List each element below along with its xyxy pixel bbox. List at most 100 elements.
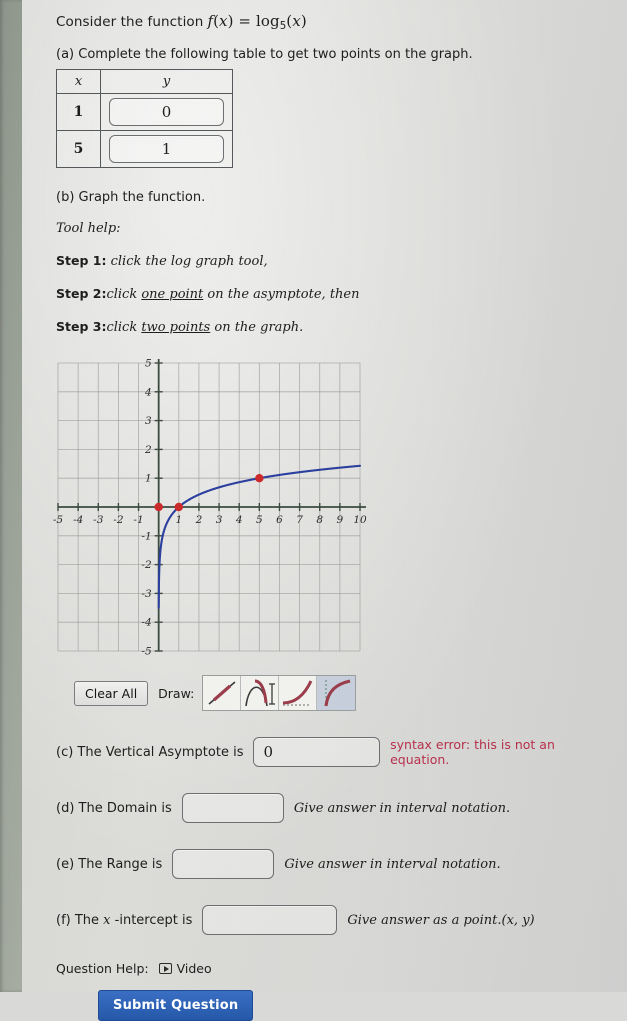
parabola-tool-button[interactable] <box>241 676 280 711</box>
graph-toolbar: Clear All Draw: <box>74 675 611 712</box>
part-d-hint: Give answer in interval notation. <box>293 800 511 816</box>
part-e-label: (e) The Range is <box>56 856 163 872</box>
table-row: 1 0 <box>56 93 233 132</box>
table-header-row: x y <box>56 69 233 95</box>
part-f-point-notation: (x, y) <box>501 912 535 928</box>
x-tick-label: 2 <box>195 514 203 526</box>
question-content: Consider the function f(x) = log5(x) (a) … <box>22 0 627 1021</box>
x-tick-label: 9 <box>337 514 344 526</box>
part-c-error-message: syntax error: this is not an equation. <box>390 737 555 768</box>
log-tool-icon <box>324 679 351 707</box>
step-3-name: Step 3: <box>56 319 107 335</box>
exponential-tool-icon <box>283 680 313 706</box>
x-tick-label: -2 <box>113 514 124 526</box>
plotted-point[interactable] <box>154 502 163 512</box>
part-e-hint: Give answer in interval notation. <box>284 856 501 872</box>
part-d-row: (d) The Domain is Give answer in interva… <box>56 793 611 824</box>
y-tick-label: 3 <box>145 415 152 427</box>
line-tool-button[interactable] <box>203 676 242 711</box>
function-equation: f(x) = log5(x) <box>207 12 307 33</box>
parabola-tool-icon <box>245 679 276 707</box>
y-tick-label: 5 <box>145 358 152 370</box>
step-2-name: Step 2: <box>56 286 107 302</box>
draw-tool-group <box>202 675 357 712</box>
page-left-margin <box>0 0 22 992</box>
question-help-label: Question Help: <box>56 961 149 977</box>
part-f-row: (f) The x -intercept is Give answer as a… <box>56 905 611 936</box>
x-tick-label: 7 <box>296 514 303 526</box>
part-c-label: (c) The Vertical Asymptote is <box>56 744 244 760</box>
draw-label: Draw: <box>158 685 195 701</box>
y-tick-label: 2 <box>144 444 152 456</box>
x-tick-label: -4 <box>73 514 83 526</box>
part-f-hint: Give answer as a point.(x, y) <box>347 912 535 928</box>
question-prompt-text: Consider the function <box>56 14 204 30</box>
step-2-post: on the asymptote, then <box>203 287 360 303</box>
y-tick-label: 1 <box>145 473 152 485</box>
x-tick-label: 3 <box>216 514 223 526</box>
part-c-row: (c) The Vertical Asymptote is 0 syntax e… <box>56 737 611 768</box>
question-prompt: Consider the function f(x) = log5(x) <box>56 12 611 32</box>
x-tick-label: 5 <box>256 514 263 526</box>
x-tick-label: -3 <box>93 514 104 526</box>
y-tick-label: -3 <box>141 588 152 600</box>
line-tool-icon <box>208 681 236 705</box>
clear-all-button[interactable]: Clear All <box>74 680 149 706</box>
tool-step-1: Step 1: click the log graph tool, <box>56 253 611 269</box>
tool-step-2: Step 2:click one point on the asymptote,… <box>56 286 611 302</box>
x-tick-label: 10 <box>353 514 367 526</box>
tool-step-3: Step 3:click two points on the graph. <box>56 319 611 335</box>
y-tick-label: -1 <box>141 530 151 542</box>
domain-input[interactable] <box>181 793 284 824</box>
log-argument: x <box>292 12 301 30</box>
x-tick-label: 4 <box>235 514 243 526</box>
range-input[interactable] <box>172 849 275 880</box>
y-tick-label: 4 <box>144 386 152 398</box>
step-2-underline: one point <box>141 287 204 303</box>
y-tick-label: -5 <box>141 646 152 658</box>
y-input-row-1[interactable]: 0 <box>109 98 224 127</box>
question-help-row: Question Help: Video <box>56 961 611 976</box>
part-e-row: (e) The Range is Give answer in interval… <box>56 849 611 880</box>
step-3-pre: click <box>106 320 142 336</box>
y-tick-label: -2 <box>141 559 152 571</box>
exponential-tool-button[interactable] <box>279 676 318 711</box>
table-cell-y-2: 1 <box>100 130 233 169</box>
part-f-label: (f) The x -intercept is <box>56 912 193 928</box>
x-tick-label: -5 <box>53 514 64 526</box>
table-cell-y-1: 0 <box>100 93 233 132</box>
part-d-label: (d) The Domain is <box>56 800 172 816</box>
log-tool-button[interactable] <box>317 676 356 711</box>
table-row: 5 1 <box>56 130 233 169</box>
table-cell-x-1: 1 <box>56 93 101 132</box>
vertical-asymptote-input[interactable]: 0 <box>253 737 381 768</box>
tool-help-label: Tool help: <box>56 221 121 237</box>
submit-question-button[interactable]: Submit Question <box>98 990 254 1021</box>
part-b-label: (b) Graph the function. <box>56 190 206 206</box>
table-header-y: y <box>100 69 233 95</box>
step-3-underline: two points <box>141 320 211 336</box>
y-input-row-2[interactable]: 1 <box>109 135 224 164</box>
y-tick-label: -4 <box>141 617 151 629</box>
function-argument: x <box>219 12 228 30</box>
step-3-post: on the graph. <box>210 320 304 336</box>
step-1-text: click the log graph tool, <box>110 254 268 270</box>
graph-svg[interactable]: -5 -4 -3 -2 -1 1 2 3 4 5 6 7 8 9 1054321-1-2-3-4-5 <box>50 351 400 671</box>
step-2-pre: click <box>106 287 142 303</box>
step-1-name: Step 1: <box>56 253 107 269</box>
x-tick-label: 6 <box>276 514 283 526</box>
x-tick-label: -1 <box>133 514 143 526</box>
table-cell-x-2: 5 <box>56 130 101 169</box>
x-intercept-input[interactable] <box>202 905 338 936</box>
x-tick-label: 1 <box>175 514 182 526</box>
video-play-icon[interactable] <box>158 963 172 975</box>
plotted-point[interactable] <box>255 474 264 483</box>
table-header-x: x <box>56 69 101 95</box>
video-link[interactable]: Video <box>177 961 212 976</box>
x-tick-label: 8 <box>316 514 323 526</box>
part-f-variable: x <box>103 912 111 928</box>
xy-table: x y 1 0 5 1 <box>56 69 233 169</box>
plotted-point[interactable] <box>174 502 183 512</box>
part-a-label: (a) Complete the following table to get … <box>56 47 473 63</box>
graph-canvas[interactable]: -5 -4 -3 -2 -1 1 2 3 4 5 6 7 8 9 10 5 4 3 2 1 -1 -2 -3 -4 -5 <box>50 351 400 671</box>
